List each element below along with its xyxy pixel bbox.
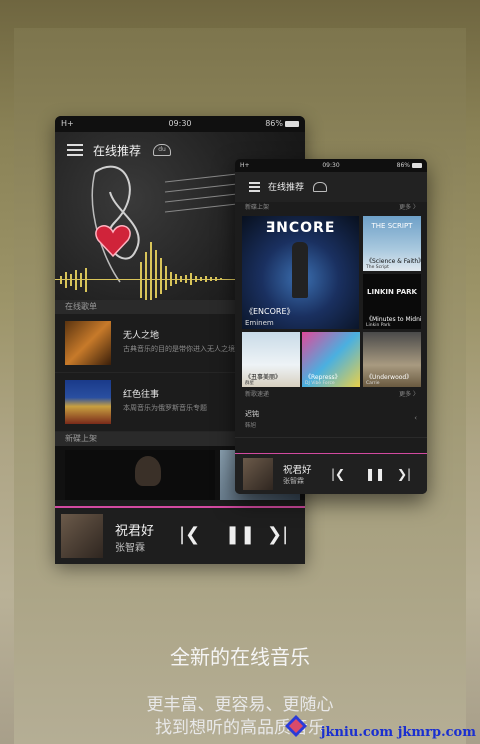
watermark-logo-icon	[285, 715, 307, 737]
album-cover-text: LINKIN PARK	[367, 288, 417, 296]
section-header-new-songs: 新歌速递 更多 〉	[235, 389, 427, 401]
song-artist: 韩旭	[245, 423, 257, 429]
chevron-left-icon[interactable]: ‹	[414, 414, 417, 422]
album-tile[interactable]: LINKIN PARK 《Minutes to Midnight》 Linkin…	[363, 274, 421, 329]
status-bar: H+ 09:30 86%	[235, 159, 427, 172]
battery-icon	[285, 120, 299, 127]
album-artist: Linkin Park	[366, 323, 391, 328]
top-bar: 在线推荐	[235, 172, 427, 202]
pause-icon[interactable]: ❚❚	[365, 468, 385, 480]
battery-icon	[412, 163, 422, 168]
battery-indicator: 86%	[397, 162, 422, 169]
battery-indicator: 86%	[265, 119, 299, 128]
previous-icon[interactable]: |❮	[179, 526, 200, 544]
more-link[interactable]: 更多 〉	[399, 389, 419, 401]
now-playing-title: 祝君好	[283, 465, 312, 476]
album-cover-text: ƎNCORE	[265, 220, 336, 236]
artist-figure	[292, 242, 308, 298]
menu-icon[interactable]	[249, 182, 260, 192]
phone-mockup-secondary: H+ 09:30 86% 在线推荐 新碟上架 更多 〉 ƎNCORE 《ENCO…	[235, 159, 427, 494]
album-title: 《Repress》	[305, 374, 341, 381]
now-playing-cover	[61, 514, 103, 558]
pause-icon[interactable]: ❚❚	[225, 526, 255, 544]
playlist-description: 古典音乐的目的是带你进入无人之境	[123, 345, 235, 353]
now-playing-artist: 张智霖	[115, 543, 145, 554]
song-title: 迟钝	[245, 410, 259, 418]
section-header-new-discs: 新碟上架 更多 〉	[235, 202, 427, 214]
album-artist: The Script	[366, 265, 389, 270]
playlist-cover-violin	[65, 321, 111, 365]
album-tile[interactable]: 《Underwood》 Carrie	[363, 332, 421, 387]
song-row[interactable]: 迟钝 韩旭 ‹	[235, 401, 427, 438]
album-artist: Carrie	[366, 381, 380, 386]
page-title: 在线推荐	[268, 183, 305, 193]
album-tile[interactable]: ƎNCORE 《ENCORE》 Eminem	[242, 216, 359, 329]
album-tile[interactable]: 《丑事美丽》 群星	[242, 332, 300, 387]
mini-player[interactable]: 祝君好 张智霖 |❮ ❚❚ ❯|	[55, 506, 305, 564]
album-cover-text: THE SCRIPT	[371, 222, 413, 230]
album-artist: 群星	[245, 381, 254, 386]
now-playing-artist: 张智霖	[283, 477, 304, 485]
album-artist: Eminem	[245, 319, 274, 327]
album-tile[interactable]: 《Repress》 DJ Vibe Force	[302, 332, 360, 387]
album-grid: ƎNCORE 《ENCORE》 Eminem THE SCRIPT 《Scien…	[235, 214, 427, 389]
album-tile[interactable]: THE SCRIPT 《Science & Faith》 The Script	[363, 216, 421, 271]
next-icon[interactable]: ❯|	[267, 526, 288, 544]
album-title: 《Science & Faith》	[366, 258, 421, 265]
album-artist: DJ Vibe Force	[305, 381, 335, 386]
artist-silhouette	[135, 456, 161, 486]
next-icon[interactable]: ❯|	[397, 468, 411, 480]
previous-icon[interactable]: |❮	[331, 468, 345, 480]
mini-player[interactable]: 祝君好 张智霖 |❮ ❚❚ ❯|	[235, 453, 427, 494]
playlist-cover-kremlin	[65, 380, 111, 424]
album-title: 《ENCORE》	[245, 307, 295, 316]
now-playing-cover	[243, 458, 273, 490]
du-logo-icon	[313, 182, 327, 192]
feature-headline: 全新的在线音乐	[170, 645, 310, 669]
album-title: 《Underwood》	[366, 374, 413, 381]
watermark-text: jkniu.com jkmrp.com	[320, 725, 476, 740]
album-title: 《Minutes to Midnight》	[366, 316, 421, 323]
status-bar: H+ 09:30 86%	[55, 116, 305, 132]
feature-subline-1: 更丰富、更容易、更随心	[146, 695, 334, 715]
playlist-title: 红色往事	[123, 390, 160, 400]
playlist-title: 无人之地	[123, 331, 160, 341]
more-link[interactable]: 更多 〉	[399, 202, 419, 214]
now-playing-title: 祝君好	[115, 524, 155, 539]
playlist-description: 本周音乐为俄罗斯音乐专题	[123, 404, 207, 412]
